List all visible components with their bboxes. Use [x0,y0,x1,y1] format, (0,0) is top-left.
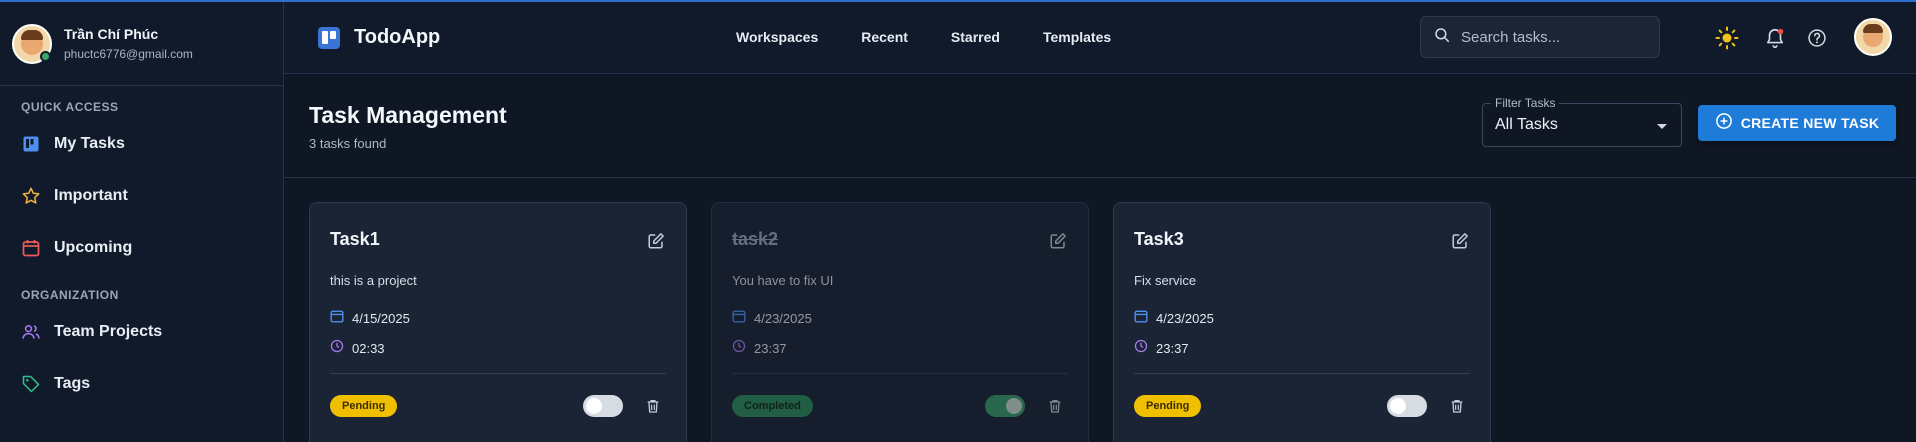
nav-recent[interactable]: Recent [861,29,908,45]
top-header: TodoApp Workspaces Recent Starred Templa… [284,2,1916,74]
user-email: phuctc6776@gmail.com [64,47,193,61]
task-title: task2 [732,229,779,249]
search-icon [1433,26,1451,49]
avatar [12,23,52,64]
edit-icon[interactable] [1448,229,1472,253]
complete-toggle[interactable] [985,395,1025,417]
organization-title: ORGANIZATION [21,288,119,302]
page-header: Task Management 3 tasks found Filter Tas… [284,74,1916,178]
task-time: 23:37 [1134,339,1189,358]
plus-circle-icon [1715,112,1733,135]
task-card: task2 You have to fix UI 4/23/2025 23:37… [711,202,1089,442]
divider [732,373,1068,374]
sidebar-item-label: Important [54,187,128,204]
user-avatar-button[interactable] [1854,18,1892,56]
brand-name: TodoApp [354,26,441,48]
search-box [1420,16,1660,58]
sidebar: Trần Chí Phúc phuctc6776@gmail.com QUICK… [0,2,284,442]
help-icon[interactable] [1805,26,1829,50]
task-time: 23:37 [732,339,787,358]
trello-board-icon [318,26,340,49]
task-card: Task1 this is a project 4/15/2025 02:33 … [309,202,687,442]
task-description: this is a project [330,273,417,288]
online-status-dot [40,50,51,62]
star-icon [21,186,41,206]
search-input[interactable] [1461,28,1651,46]
nav-workspaces[interactable]: Workspaces [736,29,818,45]
nav-templates[interactable]: Templates [1043,29,1111,45]
calendar-icon [1134,309,1148,328]
quick-access-title: QUICK ACCESS [21,100,119,114]
complete-toggle[interactable] [1387,395,1427,417]
status-badge: Pending [330,395,398,417]
edit-icon[interactable] [644,229,668,253]
task-title: Task3 [1134,229,1184,249]
calendar-icon [21,238,41,258]
filter-label: Filter Tasks [1491,96,1560,110]
bell-icon[interactable] [1763,26,1787,50]
status-badge: Pending [1134,395,1202,417]
sidebar-item-label: Upcoming [54,239,133,256]
task-card: Task3 Fix service 4/23/2025 23:37 Pendin… [1113,202,1491,442]
filter-value: All Tasks [1495,116,1558,133]
calendar-icon [732,309,746,328]
calendar-icon [330,309,344,328]
page-title: Task Management [309,102,507,128]
caret-down-icon [1657,124,1667,129]
task-description: You have to fix UI [732,273,834,288]
kanban-icon [21,134,41,154]
user-name: Trần Chí Phúc [64,26,159,42]
clock-icon [732,339,746,358]
task-date: 4/23/2025 [732,309,812,328]
sidebar-item-tags[interactable]: Tags [0,358,283,410]
complete-toggle[interactable] [583,395,623,417]
divider [1134,373,1470,374]
sidebar-item-upcoming[interactable]: Upcoming [0,222,283,274]
sidebar-item-label: Team Projects [54,323,163,340]
clock-icon [1134,339,1148,358]
trash-icon[interactable] [643,396,663,416]
nav-starred[interactable]: Starred [951,29,1000,45]
task-time: 02:33 [330,339,385,358]
sidebar-item-label: Tags [54,375,91,392]
trash-icon[interactable] [1447,396,1467,416]
trash-icon[interactable] [1045,396,1065,416]
clock-icon [330,339,344,358]
top-nav: Workspaces Recent Starred Templates [736,29,1154,45]
task-description: Fix service [1134,273,1197,288]
task-count: 3 tasks found [309,136,387,151]
status-badge: Completed [732,395,813,417]
create-new-task-button[interactable]: CREATE NEW TASK [1698,105,1896,141]
sun-icon[interactable] [1715,26,1739,50]
divider [330,373,666,374]
filter-tasks-select[interactable]: Filter Tasks All Tasks [1482,96,1682,147]
sidebar-item-my-tasks[interactable]: My Tasks [0,118,283,170]
task-date: 4/23/2025 [1134,309,1214,328]
sidebar-item-team-projects[interactable]: Team Projects [0,306,283,358]
people-icon [21,322,41,342]
create-button-label: CREATE NEW TASK [1740,115,1880,131]
sidebar-item-important[interactable]: Important [0,170,283,222]
task-date: 4/15/2025 [330,309,410,328]
tag-icon [21,374,41,394]
task-title: Task1 [330,229,380,249]
brand[interactable]: TodoApp [318,26,440,49]
user-profile[interactable]: Trần Chí Phúc phuctc6776@gmail.com [0,2,283,86]
sidebar-item-label: My Tasks [54,135,125,152]
edit-icon[interactable] [1046,229,1070,253]
